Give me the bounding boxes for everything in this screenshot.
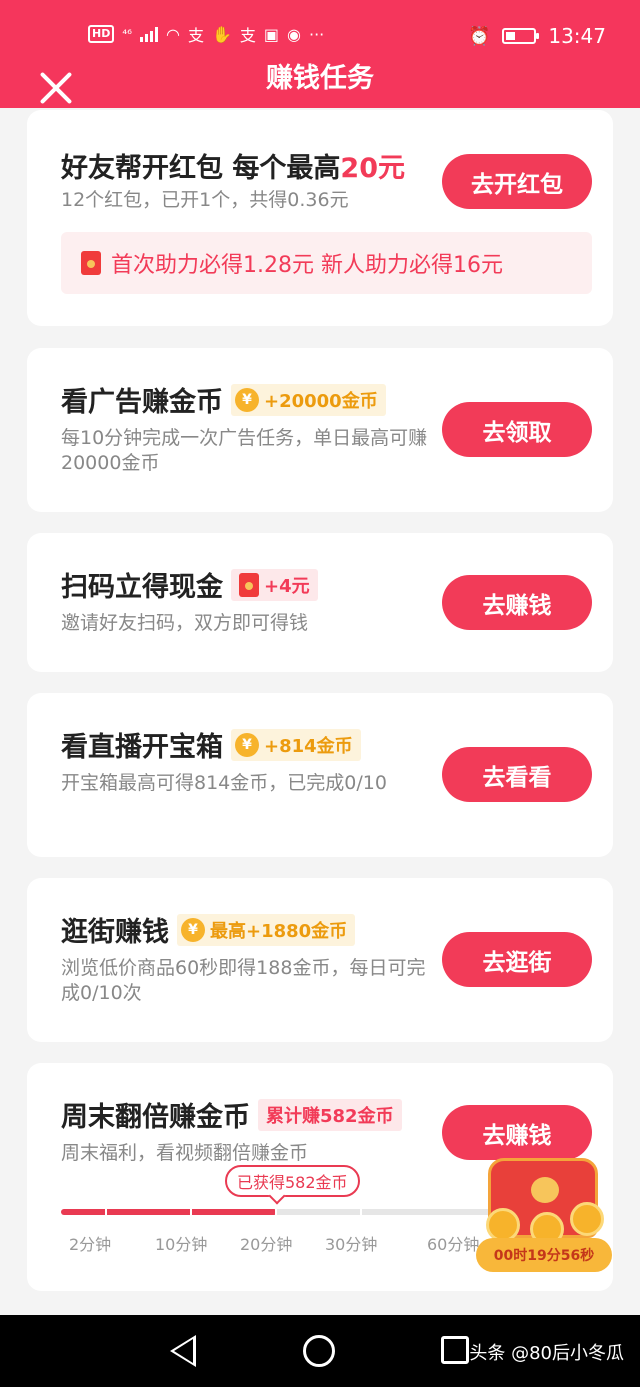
app-icon: ▣ — [263, 24, 280, 44]
status-time: 13:47 — [548, 24, 606, 48]
reward-badge: +4元 — [231, 568, 318, 601]
task-title: 扫码立得现金 +4元 — [61, 565, 318, 604]
page-title: 赚钱任务 — [266, 63, 374, 94]
progress-tick — [360, 1209, 362, 1215]
system-nav-bar: 头条 @80后小冬瓜 — [0, 1315, 640, 1387]
tick-label: 60分钟 — [427, 1235, 480, 1254]
task-title-text: 周末翻倍赚金币 — [61, 1102, 250, 1133]
hand-icon: ✋ — [211, 24, 232, 44]
header-bar: HD ⁴⁶ ◠ 支 ✋ 支 ▣ ◉ ··· ⏰ 13:47 赚钱任务 — [0, 0, 640, 108]
status-icons-left: HD ⁴⁶ ◠ 支 ✋ 支 ▣ ◉ ··· — [88, 22, 324, 46]
back-icon[interactable] — [170, 1335, 196, 1367]
watch-live-button[interactable]: 去看看 — [442, 747, 592, 802]
help-notice-text: 首次助力必得1.28元 新人助力必得16元 — [111, 253, 503, 278]
status-icons-right: ⏰ 13:47 — [468, 24, 606, 48]
progress-tick — [105, 1209, 107, 1215]
reward-badge: ¥ +20000金币 — [231, 383, 386, 416]
task-title: 好友帮开红包 每个最高 20元 — [61, 146, 405, 185]
reward-badge: 累计赚582金币 — [258, 1098, 402, 1131]
earn-money-button[interactable]: 去赚钱 — [442, 575, 592, 630]
reward-text: 最高+1880金币 — [210, 920, 348, 942]
weibo-icon: ◉ — [287, 24, 301, 44]
task-desc: 邀请好友扫码，双方即可得钱 — [61, 612, 309, 634]
coin-icon: ¥ — [181, 917, 205, 942]
network-type-icon: ⁴⁶ — [122, 27, 132, 41]
task-title: 看直播开宝箱 ¥ +814金币 — [61, 725, 361, 764]
tick-label: 10分钟 — [155, 1235, 208, 1254]
task-title-text: 看广告赚金币 — [61, 387, 223, 418]
task-desc: 每10分钟完成一次广告任务，单日最高可赚20000金币 — [61, 427, 428, 474]
chest-timer: 00时19分56秒 — [476, 1238, 612, 1272]
progress-tick — [190, 1209, 192, 1215]
reward-text: +814金币 — [264, 735, 353, 757]
earn-money-button-weekend[interactable]: 去赚钱 — [442, 1105, 592, 1160]
progress-bar — [61, 1209, 501, 1215]
task-title-text: 好友帮开红包 每个最高 — [61, 153, 341, 184]
recent-apps-icon[interactable] — [441, 1336, 469, 1364]
reward-badge: ¥ 最高+1880金币 — [177, 913, 356, 946]
open-red-packet-button[interactable]: 去开红包 — [442, 154, 592, 209]
alipay-icon-2: 支 — [239, 26, 256, 45]
red-envelope-icon — [239, 572, 259, 597]
task-card-scan: 扫码立得现金 +4元 邀请好友扫码，双方即可得钱 去赚钱 — [27, 533, 613, 672]
hd-icon: HD — [88, 25, 115, 43]
task-title: 周末翻倍赚金币 累计赚582金币 — [61, 1095, 402, 1134]
progress-tick — [275, 1209, 277, 1215]
treasure-chest-widget[interactable]: 00时19分56秒 — [476, 1158, 616, 1276]
task-card-shop: 逛街赚钱 ¥ 最高+1880金币 浏览低价商品60秒即得188金币，每日可完成0/… — [27, 878, 613, 1042]
task-title-highlight: 20元 — [340, 153, 405, 184]
alipay-icon: 支 — [187, 26, 204, 45]
battery-icon — [502, 28, 540, 44]
task-title: 看广告赚金币 ¥ +20000金币 — [61, 380, 386, 419]
tick-label: 20分钟 — [240, 1235, 293, 1254]
task-title: 逛街赚钱 ¥ 最高+1880金币 — [61, 910, 356, 949]
task-title-text: 逛街赚钱 — [61, 917, 169, 948]
watermark: 头条 @80后小冬瓜 — [469, 1343, 624, 1364]
status-bar: HD ⁴⁶ ◠ 支 ✋ 支 ▣ ◉ ··· ⏰ 13:47 — [0, 0, 640, 54]
more-icon: ··· — [308, 24, 325, 44]
coin-icon: ¥ — [235, 387, 259, 412]
claim-button[interactable]: 去领取 — [442, 402, 592, 457]
wifi-icon: ◠ — [165, 24, 180, 44]
task-title-text: 看直播开宝箱 — [61, 732, 223, 763]
alarm-icon: ⏰ — [467, 25, 491, 47]
tick-label: 2分钟 — [69, 1235, 112, 1254]
reward-text: 累计赚582金币 — [266, 1105, 394, 1127]
tick-label: 30分钟 — [325, 1235, 378, 1254]
reward-text: +20000金币 — [264, 390, 378, 412]
reward-badge: ¥ +814金币 — [231, 728, 361, 761]
progress-fill — [61, 1209, 277, 1215]
task-card-friend-help: 好友帮开红包 每个最高 20元 12个红包，已开1个，共得0.36元 去开红包 首… — [27, 110, 613, 326]
help-notice: 首次助力必得1.28元 新人助力必得16元 — [61, 232, 592, 294]
task-desc: 开宝箱最高可得814金币，已完成0/10 — [61, 772, 387, 794]
coins-icon — [486, 1202, 606, 1246]
go-shopping-button[interactable]: 去逛街 — [442, 932, 592, 987]
task-title-text: 扫码立得现金 — [61, 572, 223, 603]
task-card-live: 看直播开宝箱 ¥ +814金币 开宝箱最高可得814金币，已完成0/10 去看看 — [27, 693, 613, 857]
task-desc: 周末福利，看视频翻倍赚金币 — [61, 1142, 309, 1164]
home-icon[interactable] — [303, 1335, 335, 1367]
reward-text: +4元 — [264, 575, 310, 597]
task-desc: 浏览低价商品60秒即得188金币，每日可完成0/10次 — [61, 957, 426, 1004]
task-card-ad: 看广告赚金币 ¥ +20000金币 每10分钟完成一次广告任务，单日最高可赚200… — [27, 348, 613, 512]
signal-icon — [139, 26, 158, 42]
red-envelope-icon — [81, 251, 101, 275]
coin-icon: ¥ — [235, 732, 259, 757]
task-desc: 12个红包，已开1个，共得0.36元 — [61, 189, 349, 211]
earned-tooltip: 已获得582金币 — [225, 1165, 360, 1197]
